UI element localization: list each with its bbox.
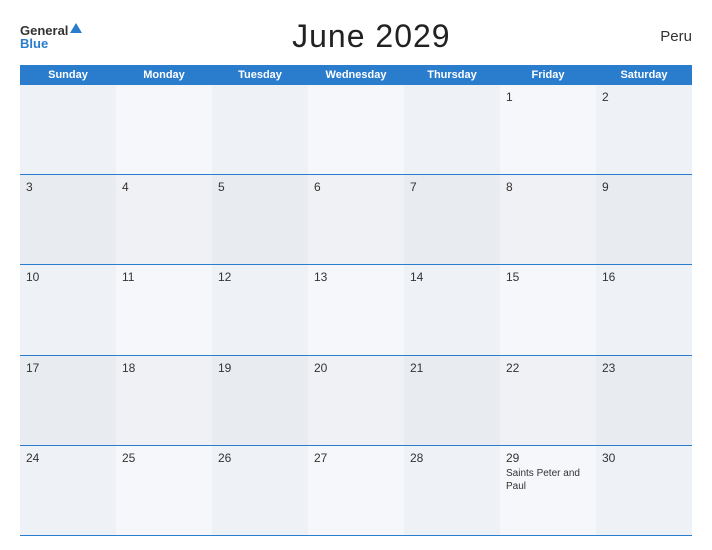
day-number: 16 xyxy=(602,270,686,284)
calendar-cell: 24 xyxy=(20,446,116,535)
calendar-cell: 10 xyxy=(20,265,116,354)
calendar-cell: 12 xyxy=(212,265,308,354)
day-number: 29 xyxy=(506,451,590,465)
calendar-cell: 20 xyxy=(308,356,404,445)
calendar-cell: 6 xyxy=(308,175,404,264)
day-number: 17 xyxy=(26,361,110,375)
header-thursday: Thursday xyxy=(404,65,500,85)
day-number: 13 xyxy=(314,270,398,284)
calendar-week-5: 24 25 26 27 28 29 Saints Peter and Paul 30 xyxy=(20,446,692,536)
calendar-cell: 4 xyxy=(116,175,212,264)
day-number: 23 xyxy=(602,361,686,375)
day-number: 12 xyxy=(218,270,302,284)
calendar-title: June 2029 xyxy=(292,18,450,55)
calendar-cell: 30 xyxy=(596,446,692,535)
calendar-cell: 13 xyxy=(308,265,404,354)
calendar-week-1: 12 xyxy=(20,85,692,175)
header-monday: Monday xyxy=(116,65,212,85)
calendar-cell: 14 xyxy=(404,265,500,354)
day-number: 8 xyxy=(506,180,590,194)
day-number: 20 xyxy=(314,361,398,375)
calendar-cell: 18 xyxy=(116,356,212,445)
logo: General Blue xyxy=(20,24,82,50)
calendar-cell: 16 xyxy=(596,265,692,354)
day-number: 26 xyxy=(218,451,302,465)
calendar-cell: 8 xyxy=(500,175,596,264)
day-number: 4 xyxy=(122,180,206,194)
day-number: 1 xyxy=(506,90,590,104)
header-friday: Friday xyxy=(500,65,596,85)
calendar-cell: 15 xyxy=(500,265,596,354)
day-number: 15 xyxy=(506,270,590,284)
calendar-cell xyxy=(20,85,116,174)
day-number: 14 xyxy=(410,270,494,284)
calendar: Sunday Monday Tuesday Wednesday Thursday… xyxy=(20,65,692,536)
header: General Blue June 2029 Peru xyxy=(20,18,692,55)
calendar-cell: 23 xyxy=(596,356,692,445)
calendar-cell: 28 xyxy=(404,446,500,535)
calendar-cell: 7 xyxy=(404,175,500,264)
day-number: 18 xyxy=(122,361,206,375)
day-number: 6 xyxy=(314,180,398,194)
calendar-cell xyxy=(116,85,212,174)
day-number: 27 xyxy=(314,451,398,465)
header-wednesday: Wednesday xyxy=(308,65,404,85)
calendar-cell: 2 xyxy=(596,85,692,174)
calendar-cell xyxy=(404,85,500,174)
calendar-cell: 3 xyxy=(20,175,116,264)
calendar-cell: 1 xyxy=(500,85,596,174)
day-number: 22 xyxy=(506,361,590,375)
calendar-cell xyxy=(212,85,308,174)
day-number: 3 xyxy=(26,180,110,194)
logo-blue-text: Blue xyxy=(20,37,48,50)
day-number: 11 xyxy=(122,270,206,284)
calendar-cell: 25 xyxy=(116,446,212,535)
calendar-cell xyxy=(308,85,404,174)
day-event: Saints Peter and Paul xyxy=(506,467,590,493)
page: General Blue June 2029 Peru Sunday Monda… xyxy=(0,0,712,550)
day-number: 2 xyxy=(602,90,686,104)
calendar-cell: 29 Saints Peter and Paul xyxy=(500,446,596,535)
day-number: 7 xyxy=(410,180,494,194)
day-number: 30 xyxy=(602,451,686,465)
country-label: Peru xyxy=(660,28,692,45)
header-tuesday: Tuesday xyxy=(212,65,308,85)
header-saturday: Saturday xyxy=(596,65,692,85)
day-number: 21 xyxy=(410,361,494,375)
calendar-week-4: 17 18 19 20 21 22 23 xyxy=(20,356,692,446)
calendar-header: Sunday Monday Tuesday Wednesday Thursday… xyxy=(20,65,692,85)
calendar-week-3: 10 11 12 13 14 15 16 xyxy=(20,265,692,355)
calendar-cell: 21 xyxy=(404,356,500,445)
day-number: 25 xyxy=(122,451,206,465)
calendar-cell: 22 xyxy=(500,356,596,445)
logo-general-text: General xyxy=(20,24,68,37)
calendar-cell: 11 xyxy=(116,265,212,354)
day-number: 19 xyxy=(218,361,302,375)
calendar-week-2: 3456789 xyxy=(20,175,692,265)
header-sunday: Sunday xyxy=(20,65,116,85)
calendar-cell: 5 xyxy=(212,175,308,264)
calendar-cell: 17 xyxy=(20,356,116,445)
day-number: 5 xyxy=(218,180,302,194)
day-number: 10 xyxy=(26,270,110,284)
calendar-cell: 27 xyxy=(308,446,404,535)
logo-triangle-icon xyxy=(70,23,82,33)
calendar-cell: 19 xyxy=(212,356,308,445)
day-number: 9 xyxy=(602,180,686,194)
calendar-body: 1234567891011121314151617181920212223242… xyxy=(20,85,692,536)
day-number: 24 xyxy=(26,451,110,465)
calendar-cell: 9 xyxy=(596,175,692,264)
day-number: 28 xyxy=(410,451,494,465)
calendar-cell: 26 xyxy=(212,446,308,535)
